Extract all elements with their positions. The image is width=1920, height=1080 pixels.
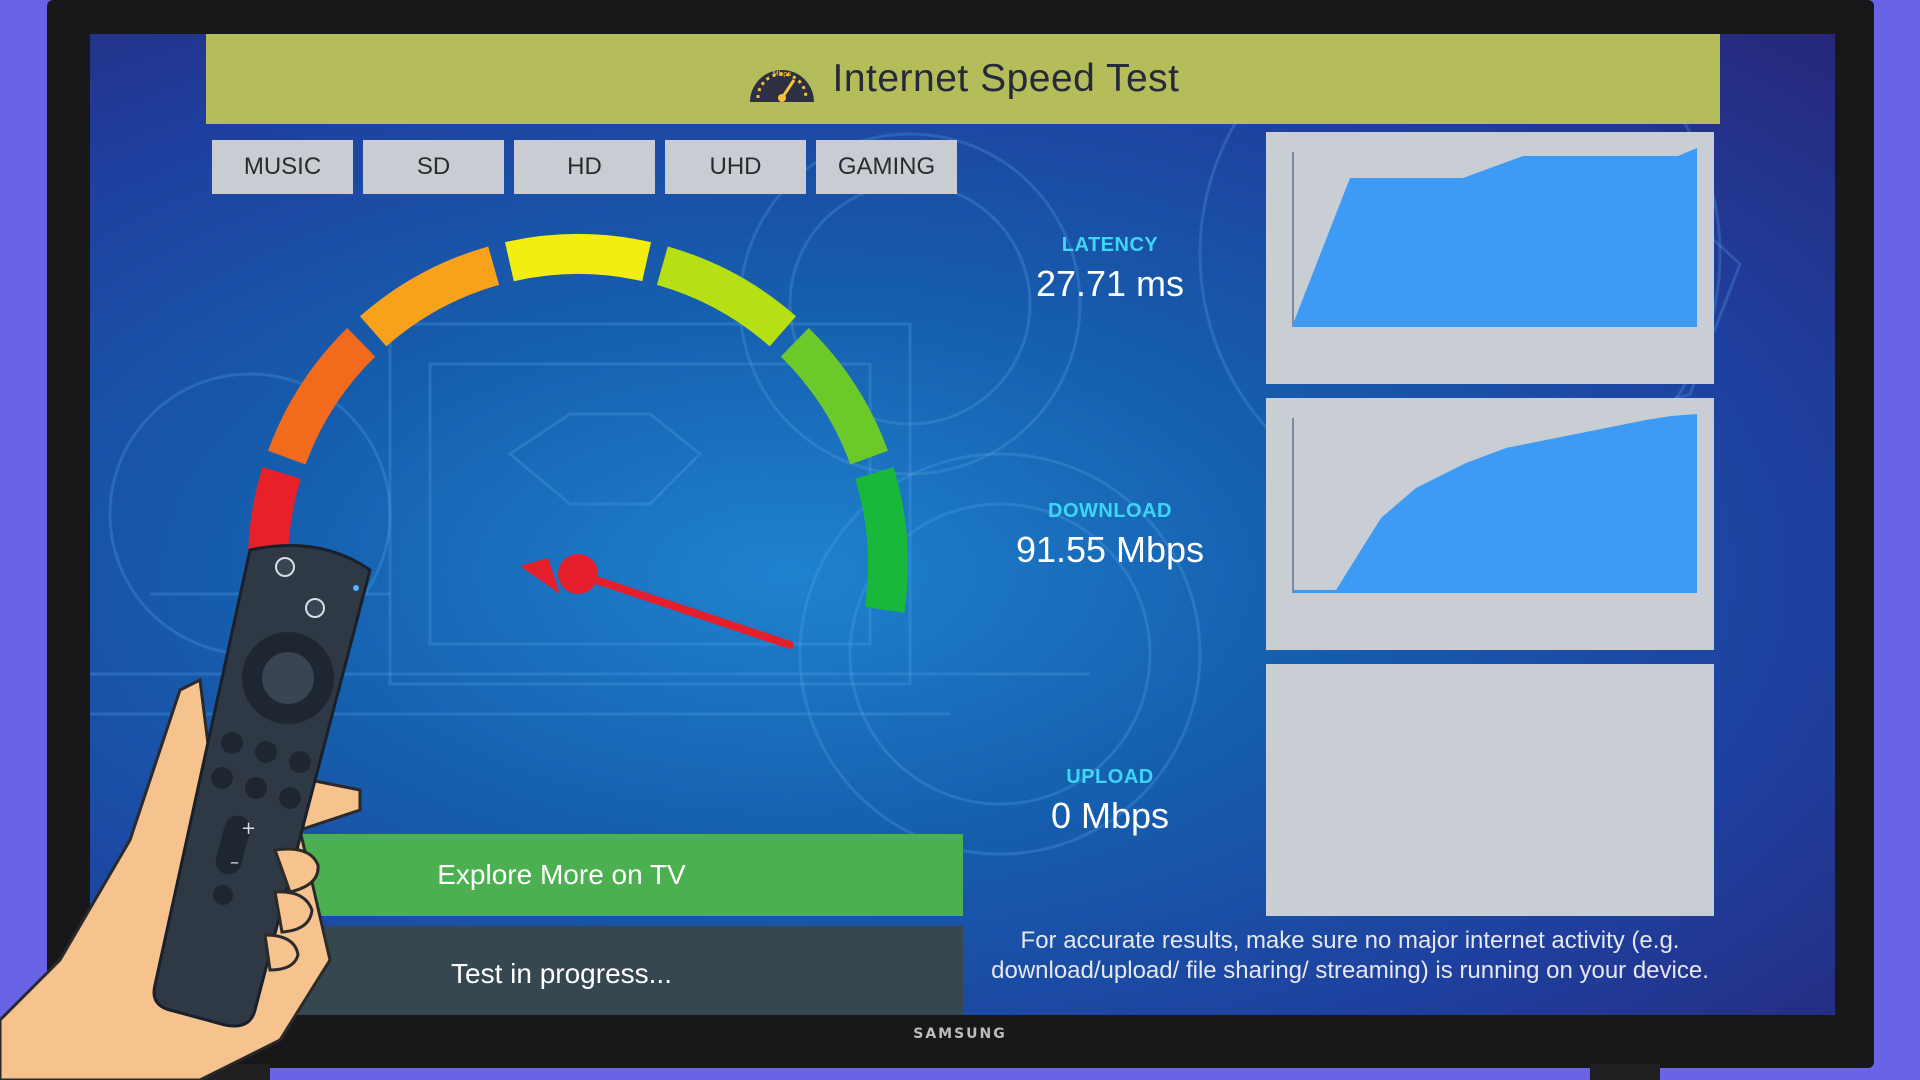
latency-metric: LATENCY 27.71 ms xyxy=(980,234,1240,305)
upload-metric: UPLOAD 0 Mbps xyxy=(980,766,1240,837)
home-icon xyxy=(255,741,277,763)
upload-value: 0 Mbps xyxy=(1050,795,1170,836)
upload-graph-panel xyxy=(1266,664,1714,916)
play-pause-icon xyxy=(245,777,267,799)
gauge-arc-segment xyxy=(780,328,888,465)
download-metric: DOWNLOAD 91.55 Mbps xyxy=(980,500,1240,571)
tv-stand-right xyxy=(1590,1064,1660,1080)
accuracy-note: For accurate results, make sure no major… xyxy=(991,927,1709,984)
gauge-arc-segment xyxy=(359,246,500,347)
power-icon xyxy=(275,557,295,577)
rewind-icon xyxy=(211,767,233,789)
gauge-arc-segment xyxy=(268,328,376,465)
upload-label: UPLOAD xyxy=(1066,766,1154,788)
latency-label: LATENCY xyxy=(1061,234,1159,256)
remote-led xyxy=(353,585,359,591)
menu-icon xyxy=(289,751,311,773)
gauge-arc-segment xyxy=(656,246,797,347)
gauge-needle-icon xyxy=(520,554,794,649)
back-icon xyxy=(221,732,243,754)
hand-holding-remote-illustration: + – xyxy=(0,544,372,1080)
mute-icon xyxy=(213,885,233,905)
download-graph xyxy=(1292,414,1697,593)
volume-down-icon: – xyxy=(230,852,239,873)
download-graph-panel xyxy=(1266,398,1714,650)
gauge-arc-segment xyxy=(504,234,652,282)
test-status-text: Test in progress... xyxy=(451,957,672,989)
fast-forward-icon xyxy=(279,787,301,809)
volume-up-icon: + xyxy=(241,818,256,839)
latency-graph-area xyxy=(1293,148,1697,327)
explore-more-label: Explore More on TV xyxy=(437,859,686,890)
download-label: DOWNLOAD xyxy=(1048,500,1172,522)
microphone-icon xyxy=(305,598,325,618)
gauge-arc-segment xyxy=(855,467,908,613)
latency-graph xyxy=(1292,148,1697,327)
latency-graph-panel xyxy=(1266,132,1714,384)
download-value: 91.55 Mbps xyxy=(1015,529,1205,570)
latency-value: 27.71 ms xyxy=(1035,263,1185,304)
download-graph-area xyxy=(1293,414,1697,593)
